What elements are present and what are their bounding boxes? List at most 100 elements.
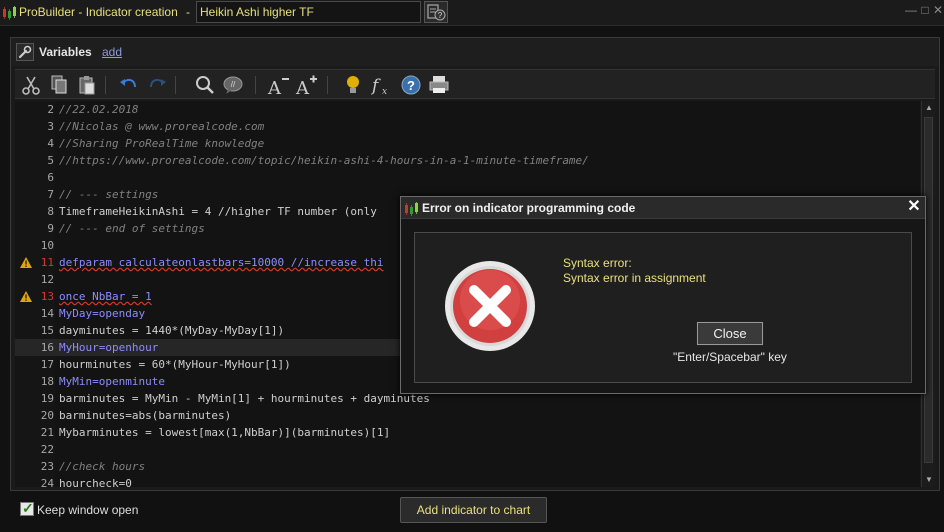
help-doc-icon: ? [427, 4, 446, 21]
undo-icon[interactable] [117, 73, 141, 97]
scroll-down-icon[interactable]: ▼ [922, 473, 936, 487]
code-text: hourminutes = 60*(MyHour-MyHour[1]) [59, 358, 291, 371]
code-line[interactable]: 3 //Nicolas @ www.prorealcode.com [15, 118, 920, 135]
line-number: 22 [40, 443, 54, 456]
code-line[interactable]: 2 //22.02.2018 [15, 101, 920, 118]
wrench-icon [16, 43, 34, 61]
code-text: //Nicolas @ www.prorealcode.com [59, 120, 265, 133]
code-text: dayminutes = 1440*(MyDay-MyDay[1]) [59, 324, 285, 337]
line-number: 2 [47, 103, 54, 116]
line-number: 4 [47, 137, 54, 150]
code-text: defparam calculateonlastbars=10000 //inc… [59, 256, 384, 269]
line-number: 8 [47, 205, 54, 218]
code-line[interactable]: 22 [15, 441, 920, 458]
dialog-title: Error on indicator programming code [422, 201, 636, 215]
code-line[interactable]: 5 //https://www.prorealcode.com/topic/hei… [15, 152, 920, 169]
comment-icon[interactable]: // [221, 73, 245, 97]
line-number: 9 [47, 222, 54, 235]
code-text: //check hours [59, 460, 146, 473]
variables-label: Variables [39, 45, 92, 59]
line-number: 7 [47, 188, 54, 201]
line-number: 3 [47, 120, 54, 133]
code-text: // --- settings [59, 188, 159, 201]
line-number: 14 [40, 307, 54, 320]
svg-text:f: f [370, 76, 381, 96]
code-line[interactable]: 4 //Sharing ProRealTime knowledge [15, 135, 920, 152]
copy-icon[interactable] [47, 73, 71, 97]
window-title: ProBuilder - Indicator creation [19, 5, 178, 19]
close-icon[interactable]: ✕ [931, 3, 944, 19]
code-text: barminutes=abs(barminutes) [59, 409, 232, 422]
code-text: barminutes = MyMin - MyMin[1] + hourminu… [59, 392, 430, 405]
code-text: MyDay=openday [59, 307, 146, 320]
svg-text:?: ? [407, 78, 415, 93]
indicator-name-input[interactable] [196, 1, 421, 23]
code-text: //https://www.prorealcode.com/topic/heik… [59, 154, 589, 167]
print-icon[interactable] [427, 73, 451, 97]
line-number: 21 [40, 426, 54, 439]
add-indicator-button[interactable]: Add indicator to chart [400, 497, 547, 523]
dialog-body: Syntax error: Syntax error in assignment… [414, 232, 912, 383]
code-line[interactable]: 24 hourcheck=0 [15, 475, 920, 487]
probuilder-logo-icon [3, 6, 16, 20]
code-line[interactable]: 21 Mybarminutes = lowest[max(1,NbBar)](ba… [15, 424, 920, 441]
line-number: 20 [40, 409, 54, 422]
paste-icon[interactable] [75, 73, 99, 97]
cut-icon[interactable] [19, 73, 43, 97]
redo-icon[interactable] [145, 73, 169, 97]
font-decrease-icon[interactable]: A [267, 73, 291, 97]
svg-text:x: x [382, 87, 387, 97]
variables-header: Variables add [11, 38, 939, 66]
minimize-icon[interactable]: — [904, 3, 918, 19]
keep-window-open-checkbox[interactable]: ✓ [20, 500, 34, 516]
code-text: MyHour=openhour [59, 341, 159, 354]
line-number: 19 [40, 392, 54, 405]
scroll-up-icon[interactable]: ▲ [922, 101, 936, 115]
code-text: Mybarminutes = lowest[max(1,NbBar)](barm… [59, 426, 391, 439]
toolbar-separator [327, 76, 328, 94]
toolbar-separator [105, 76, 106, 94]
code-text: hourcheck=0 [59, 477, 132, 487]
title-separator: - [186, 5, 190, 19]
code-text: MyMin=openminute [59, 375, 165, 388]
code-line[interactable]: 23 //check hours [15, 458, 920, 475]
code-line[interactable]: 6 [15, 169, 920, 186]
code-line[interactable]: 20 barminutes=abs(barminutes) [15, 407, 920, 424]
probuilder-logo-icon [405, 202, 418, 216]
function-icon[interactable]: f x [369, 73, 393, 97]
font-increase-icon[interactable]: A [295, 73, 319, 97]
error-icon [445, 261, 535, 351]
maximize-icon[interactable]: □ [918, 3, 932, 19]
line-number: 6 [47, 171, 54, 184]
help-icon[interactable]: ? [399, 73, 423, 97]
lightbulb-icon[interactable] [341, 73, 365, 97]
dialog-close-button[interactable]: Close [696, 321, 764, 346]
svg-text:A: A [267, 78, 282, 97]
line-number: 5 [47, 154, 54, 167]
svg-text:?: ? [438, 11, 443, 20]
line-number: 11 [40, 256, 54, 269]
close-shortcut-hint: "Enter/Spacebar" key [673, 350, 787, 364]
error-message-detail: Syntax error in assignment [563, 271, 706, 285]
code-text: //Sharing ProRealTime knowledge [59, 137, 265, 150]
code-text: // --- end of settings [59, 222, 205, 235]
line-number: 24 [40, 477, 54, 487]
code-text: //22.02.2018 [59, 103, 139, 116]
keep-window-open-label: Keep window open [37, 503, 139, 517]
line-number: 12 [40, 273, 54, 286]
help-button[interactable]: ? [424, 1, 448, 23]
line-number: 18 [40, 375, 54, 388]
error-message-title: Syntax error: [563, 256, 632, 270]
search-icon[interactable] [193, 73, 217, 97]
dialog-close-icon[interactable]: ✕ [906, 199, 922, 215]
svg-text://: // [231, 80, 236, 89]
code-text: TimeframeHeikinAshi = 4 //higher TF numb… [59, 205, 377, 218]
toolbar-separator [175, 76, 176, 94]
line-number: 23 [40, 460, 54, 473]
editor-toolbar: // A A f x ? [15, 69, 935, 99]
title-bar: ProBuilder - Indicator creation - ? — □ … [0, 0, 944, 26]
toolbar-separator [255, 76, 256, 94]
error-dialog: Error on indicator programming code ✕ Sy… [400, 196, 926, 394]
add-variable-link[interactable]: add [102, 45, 122, 59]
line-number: 13 [40, 290, 54, 303]
